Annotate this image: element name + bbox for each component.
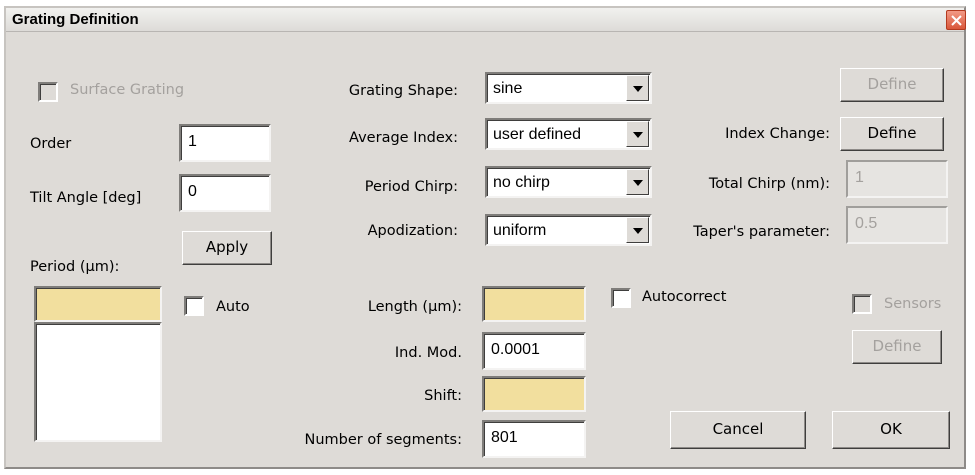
apodization-label: Apodization: [367, 223, 458, 239]
tapers-parameter-input[interactable]: 0.5 [846, 206, 948, 244]
grating-shape-label: Grating Shape: [348, 83, 458, 99]
auto-label: Auto [216, 299, 250, 315]
tilt-angle-label: Tilt Angle [deg] [30, 190, 142, 206]
ind-mod-input[interactable]: 0.0001 [482, 332, 586, 370]
total-chirp-label: Total Chirp (nm): [708, 176, 830, 192]
tilt-angle-input[interactable]: 0 [179, 174, 271, 212]
shift-label: Shift: [424, 388, 462, 404]
period-label: Period (µm): [30, 259, 120, 275]
period-list[interactable] [34, 322, 162, 442]
apodization-value: uniform [493, 222, 547, 239]
period-chirp-value: no chirp [493, 174, 550, 191]
index-change-label: Index Change: [725, 126, 830, 142]
chevron-down-icon [633, 180, 643, 186]
apply-button[interactable]: Apply [182, 231, 272, 265]
grating-shape-dropdown-button[interactable] [626, 75, 649, 101]
length-input[interactable] [482, 286, 586, 322]
close-button[interactable] [946, 10, 966, 30]
tapers-parameter-label: Taper's parameter: [693, 224, 830, 240]
grating-shape-select[interactable]: sine [485, 72, 652, 104]
shift-input[interactable] [482, 376, 586, 412]
length-label: Length (µm): [367, 299, 462, 315]
surface-grating-label: Surface Grating [70, 82, 185, 98]
number-of-segments-label: Number of segments: [304, 432, 462, 448]
period-chirp-dropdown-button[interactable] [626, 169, 649, 195]
average-index-value: user defined [493, 126, 582, 143]
close-icon [951, 15, 962, 26]
autocorrect-checkbox[interactable] [611, 288, 631, 308]
total-chirp-input[interactable]: 1 [846, 160, 948, 198]
average-index-select[interactable]: user defined [485, 118, 652, 150]
period-input[interactable] [34, 286, 162, 322]
ok-button[interactable]: OK [832, 411, 950, 449]
chevron-down-icon [633, 86, 643, 92]
order-label: Order [30, 136, 72, 152]
apodization-dropdown-button[interactable] [626, 217, 649, 243]
period-chirp-select[interactable]: no chirp [485, 166, 652, 198]
sensors-checkbox[interactable] [852, 294, 872, 314]
window-title: Grating Definition [12, 11, 139, 28]
cancel-button[interactable]: Cancel [670, 411, 806, 449]
auto-checkbox[interactable] [184, 296, 204, 316]
period-chirp-label: Period Chirp: [364, 179, 458, 195]
number-of-segments-input[interactable]: 801 [482, 420, 586, 458]
chevron-down-icon [633, 132, 643, 138]
index-change-define-button[interactable]: Define [840, 117, 944, 151]
grating-shape-value: sine [493, 80, 523, 97]
autocorrect-label: Autocorrect [642, 289, 727, 305]
ind-mod-label: Ind. Mod. [394, 345, 462, 361]
average-index-dropdown-button[interactable] [626, 121, 649, 147]
surface-grating-checkbox[interactable] [38, 82, 58, 102]
chevron-down-icon [633, 228, 643, 234]
title-bar: Grating Definition [6, 8, 966, 32]
sensors-define-button[interactable]: Define [852, 330, 942, 364]
grating-shape-define-button[interactable]: Define [840, 68, 944, 102]
grating-definition-dialog: Grating Definition Surface Grating Order… [4, 6, 966, 469]
order-input[interactable]: 1 [179, 124, 271, 162]
average-index-label: Average Index: [349, 130, 458, 146]
sensors-label: Sensors [884, 296, 942, 312]
apodization-select[interactable]: uniform [485, 214, 652, 246]
